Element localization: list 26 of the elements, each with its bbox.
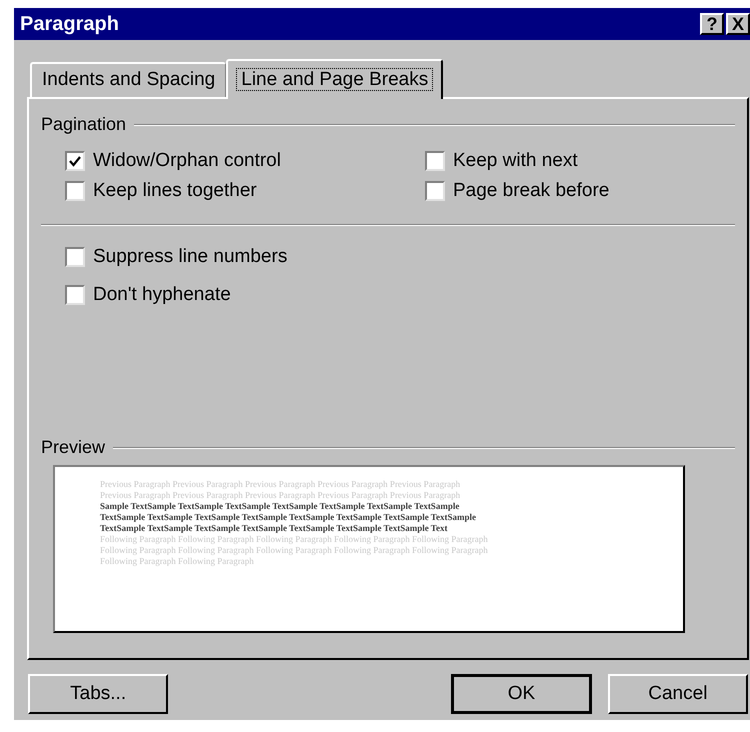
dialog-button[interactable]: Cancel (608, 674, 748, 714)
checkbox-label: Widow/Orphan control (93, 148, 281, 173)
preview-text-line: Sample TextSample TextSample TextSample TextSample TextSample TextSample TextSample (100, 501, 460, 512)
preview-text-line: TextSample TextSample TextSample TextSample TextSample TextSample TextSample TextSample (100, 512, 476, 523)
checkbox[interactable] (65, 285, 85, 305)
checkbox-label: Keep with next (453, 148, 578, 173)
checkbox[interactable] (65, 181, 85, 201)
tab[interactable]: Indents and Spacing (30, 62, 226, 97)
checkbox-label: Don't hyphenate (93, 282, 231, 307)
dialog-button[interactable]: OK (451, 674, 592, 714)
checkbox-label: Keep lines together (93, 178, 257, 203)
checkbox[interactable] (425, 151, 445, 171)
preview-text-line: TextSample TextSample TextSample TextSample TextSample TextSample TextSample Text (100, 523, 448, 534)
checkbox[interactable] (425, 181, 445, 201)
tab[interactable]: Line and Page Breaks (226, 59, 444, 99)
close-button[interactable]: X (726, 13, 750, 35)
group-title: Preview (41, 436, 106, 459)
checkbox-label: Page break before (453, 178, 610, 203)
dialog-button[interactable]: Tabs... (28, 674, 168, 714)
help-button[interactable]: ? (700, 13, 724, 35)
checkbox[interactable] (65, 151, 85, 171)
group-title: Pagination (41, 113, 126, 136)
checkbox[interactable] (65, 247, 85, 267)
window-title: Paragraph (20, 12, 120, 37)
checkmark-icon (69, 156, 81, 166)
checkbox-label: Suppress line numbers (93, 244, 288, 269)
